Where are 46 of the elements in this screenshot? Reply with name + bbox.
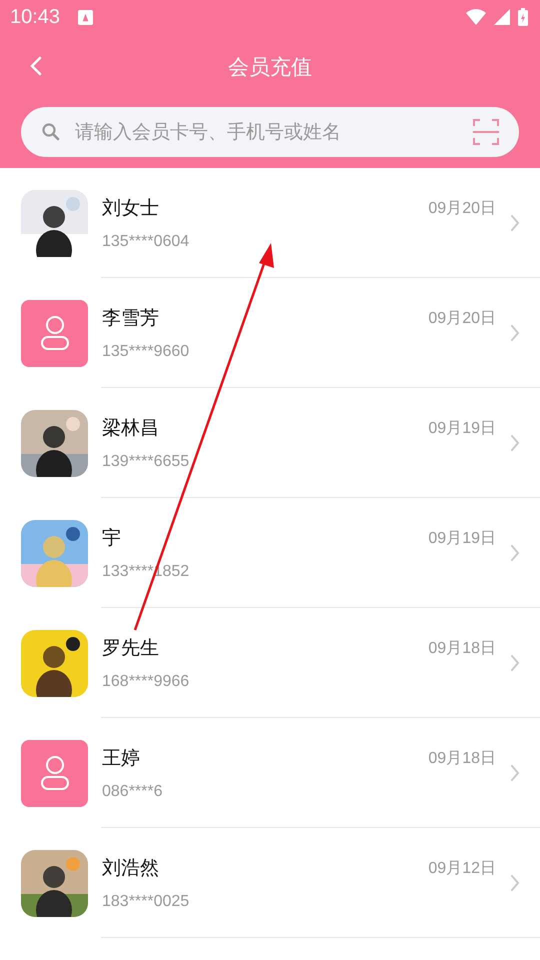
chevron-icon [510, 874, 520, 892]
member-phone: 086****6 [102, 783, 164, 801]
signal-icon [494, 9, 510, 25]
chevron-icon [510, 544, 520, 562]
member-name: 刘浩然 [102, 856, 159, 881]
member-phone: 183****0025 [102, 893, 190, 911]
member-name: 罗先生 [102, 636, 159, 661]
member-row[interactable]: 李雪芳 09月20日 135****9660 [0, 278, 540, 388]
member-phone: 168****9966 [102, 673, 190, 691]
person-icon [40, 755, 70, 791]
member-phone: 135****9660 [102, 343, 190, 361]
notification-icon [78, 10, 94, 24]
member-date: 09月19日 [428, 528, 496, 548]
wifi-icon [466, 9, 486, 25]
member-name: 梁林昌 [102, 416, 159, 441]
search-field[interactable]: 请输入会员卡号、手机号或姓名 [21, 107, 519, 157]
chevron-icon [510, 324, 520, 342]
search-input[interactable]: 请输入会员卡号、手机号或姓名 [73, 120, 461, 144]
member-date: 09月20日 [428, 308, 496, 328]
member-row[interactable]: 罗先生 09月18日 168****9966 [0, 608, 540, 718]
member-name: 宇 [102, 526, 121, 551]
search-icon [41, 122, 61, 142]
member-row[interactable]: 梁林昌 09月19日 139****6655 [0, 388, 540, 498]
chevron-icon [510, 434, 520, 452]
back-button[interactable] [28, 54, 44, 78]
chevron-icon [510, 214, 520, 232]
member-date: 09月12日 [428, 858, 496, 878]
person-icon [40, 315, 70, 351]
battery-icon [518, 8, 528, 26]
member-phone: 139****6655 [102, 453, 190, 471]
scan-icon[interactable] [473, 119, 499, 145]
page-title: 会员充值 [228, 54, 312, 81]
chevron-icon [510, 654, 520, 672]
member-date: 09月20日 [428, 198, 496, 218]
member-phone: 135****0604 [102, 233, 190, 251]
member-date: 09月18日 [428, 638, 496, 658]
member-row[interactable]: 王婷 09月18日 086****6 [0, 718, 540, 828]
member-date: 09月19日 [428, 418, 496, 438]
member-row[interactable]: 刘浩然 09月12日 183****0025 [0, 828, 540, 938]
status-time: 10:43 [10, 6, 60, 28]
member-row[interactable]: 刘女士 09月20日 135****0604 [0, 168, 540, 278]
member-name: 王婷 [102, 746, 140, 771]
member-name: 李雪芳 [102, 306, 159, 331]
member-date: 09月18日 [428, 748, 496, 768]
member-name: 刘女士 [102, 196, 159, 221]
chevron-icon [510, 764, 520, 782]
